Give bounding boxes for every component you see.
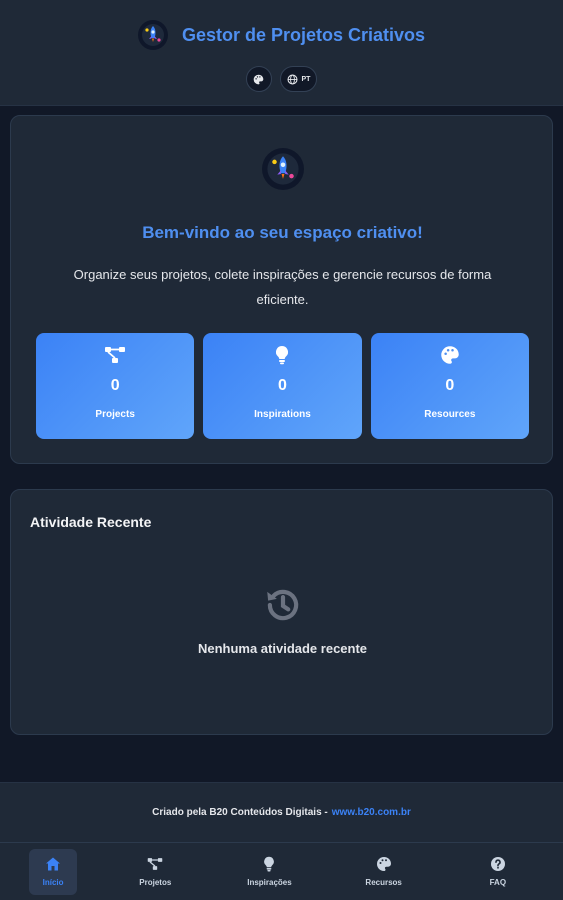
history-icon	[267, 589, 299, 621]
nav-item-projetos[interactable]: Projetos	[119, 849, 191, 895]
language-button[interactable]: PT	[279, 66, 318, 92]
header-controls: PT	[0, 66, 563, 94]
stat-value: 0	[278, 377, 287, 394]
nav-item-inicio[interactable]: Início	[29, 848, 78, 895]
nav-label: Início	[42, 878, 64, 887]
home-icon	[46, 857, 61, 871]
stat-card-inspirations[interactable]: 0 Inspirations	[203, 333, 362, 439]
theme-toggle-button[interactable]	[245, 66, 272, 92]
lightbulb-icon	[274, 345, 290, 365]
stat-card-resources[interactable]: 0 Resources	[370, 333, 529, 439]
nav-label: Projetos	[139, 878, 172, 887]
palette-icon	[440, 345, 460, 365]
rocket-logo-icon	[262, 148, 304, 190]
stat-label: Inspirations	[254, 409, 311, 420]
welcome-card: Bem-vindo ao seu espaço criativo! Organi…	[10, 115, 553, 464]
header-title-row: Gestor de Projetos Criativos	[0, 18, 563, 52]
nav-item-recursos[interactable]: Recursos	[348, 849, 420, 895]
recent-activity-card: Atividade Recente Nenhuma atividade rece…	[10, 489, 553, 735]
nav-label: Recursos	[365, 878, 402, 887]
project-diagram-icon	[148, 858, 163, 870]
footer-credit: Criado pela B20 Conteúdos Digitais -	[152, 807, 328, 818]
rocket-logo-icon	[137, 20, 168, 50]
language-label: PT	[301, 75, 311, 83]
nav-label: Inspirações	[247, 878, 292, 887]
stats-row: 0 Projects 0 Inspirations 0 Resources	[36, 333, 529, 439]
nav-item-inspiracoes[interactable]: Inspirações	[233, 849, 305, 895]
footer-link[interactable]: www.b20.com.br	[332, 807, 411, 818]
stat-label: Projects	[95, 409, 135, 420]
stat-label: Resources	[424, 409, 476, 420]
nav-label: FAQ	[489, 878, 507, 887]
footer: Criado pela B20 Conteúdos Digitais - www…	[0, 782, 563, 842]
welcome-description: Organize seus projetos, colete inspiraçõ…	[73, 267, 492, 307]
palette-icon	[376, 857, 391, 871]
stat-card-projects[interactable]: 0 Projects	[36, 333, 195, 439]
stat-value: 0	[445, 377, 455, 394]
lightbulb-icon	[264, 856, 275, 872]
globe-icon	[286, 73, 298, 85]
nav-item-faq[interactable]: FAQ	[462, 849, 534, 895]
project-diagram-icon	[104, 345, 126, 365]
question-circle-icon	[490, 857, 505, 871]
empty-activity-text: Nenhuma atividade recente	[197, 641, 368, 656]
app-title: Gestor de Projetos Criativos	[181, 24, 426, 45]
bottom-navigation: Início Projetos Inspirações Recursos FAQ	[0, 842, 563, 900]
palette-icon	[253, 74, 264, 84]
stat-value: 0	[110, 377, 120, 394]
app-header: Gestor de Projetos Criativos PT	[0, 0, 563, 106]
activity-title: Atividade Recente	[30, 514, 152, 530]
welcome-title: Bem-vindo ao seu espaço criativo!	[142, 223, 423, 242]
